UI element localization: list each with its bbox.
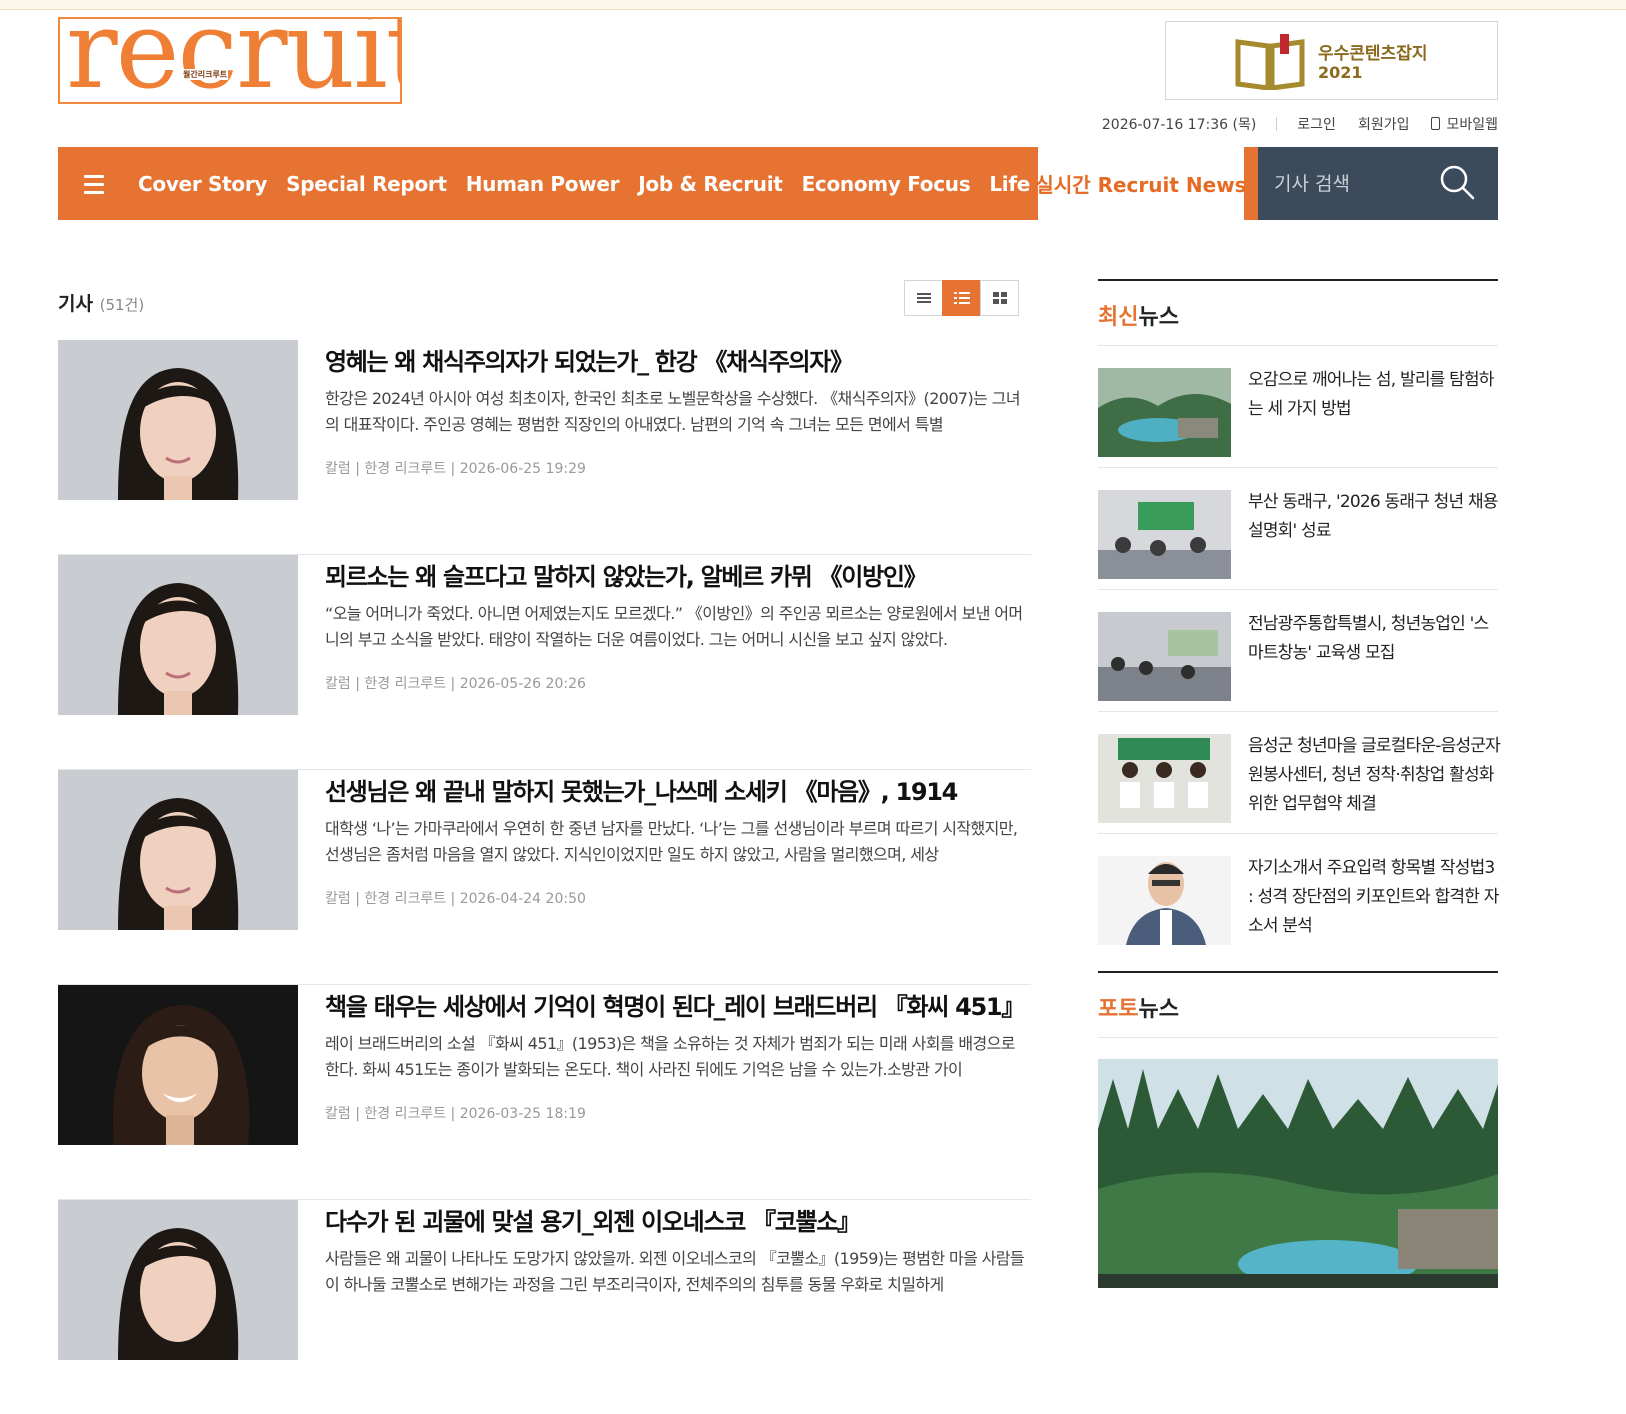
portrait-image <box>58 985 298 1145</box>
latest-news-item[interactable]: 자기소개서 주요입력 항목별 작성법3 : 성격 장단점의 키포인트와 합격한 … <box>1098 834 1500 968</box>
article-item[interactable]: 선생님은 왜 끝내 말하지 못했는가_나쓰메 소세키 《마음》, 1914 대학… <box>58 770 1031 985</box>
current-datetime: 2026-07-16 17:36 (목) <box>1101 117 1257 133</box>
news-headline[interactable]: 자기소개서 주요입력 항목별 작성법3 : 성격 장단점의 키포인트와 합격한 … <box>1248 854 1500 941</box>
site-logo[interactable]: recruit 월간리크루트 <box>58 17 402 104</box>
article-meta: 칼럼 | 한경 리크루트 | 2026-04-24 20:50 <box>325 891 586 907</box>
article-list: 영혜는 왜 채식주의자가 되었는가_ 한강 《채식주의자》 한강은 2024년 … <box>58 340 1031 1414</box>
award-banner[interactable]: 우수콘텐츠잡지 2021 <box>1165 21 1498 100</box>
article-meta: 칼럼 | 한경 리크루트 | 2026-06-25 19:29 <box>325 461 586 477</box>
search-input[interactable] <box>1272 165 1436 203</box>
person-image <box>1098 856 1231 945</box>
article-meta: 칼럼 | 한경 리크루트 | 2026-05-26 20:26 <box>325 676 586 692</box>
portrait-image <box>58 555 298 715</box>
title-rest: 뉴스 <box>1138 305 1179 330</box>
news-thumbnail[interactable] <box>1098 490 1231 579</box>
article-count: (51건) <box>99 296 145 314</box>
mobile-web-label: 모바일웹 <box>1446 117 1498 133</box>
resort-image <box>1098 368 1231 457</box>
article-summary: 한강은 2024년 아시아 여성 최초이자, 한국인 최초로 노벨문학상을 수상… <box>325 389 1021 434</box>
news-headline[interactable]: 전남광주통합특별시, 청년농업인 '스마트창농' 교육생 모집 <box>1248 610 1500 668</box>
photo-news-section: 포토뉴스 <box>1098 971 1498 1038</box>
article-title[interactable]: 책을 태우는 세상에서 기억이 혁명이 된다_레이 브래드버리 『화씨 451』 <box>325 987 1025 1022</box>
portrait-image <box>58 1200 298 1360</box>
top-border <box>0 0 1626 10</box>
latest-news-section: 최신뉴스 오감으로 깨어나는 섬, 발리를 탐험하는 세 가지 방법 부산 동래… <box>1098 279 1501 968</box>
latest-news-item[interactable]: 음성군 청년마을 글로컬타운-음성군자원봉사센터, 청년 정착·취창업 활성화 … <box>1098 712 1501 834</box>
latest-news-item[interactable]: 오감으로 깨어나는 섬, 발리를 탐험하는 세 가지 방법 <box>1098 346 1498 468</box>
article-title[interactable]: 영혜는 왜 채식주의자가 되었는가_ 한강 《채식주의자》 <box>325 342 854 377</box>
book-award-icon <box>1235 34 1305 90</box>
nav-economy-focus[interactable]: Economy Focus <box>802 172 971 196</box>
news-headline[interactable]: 음성군 청년마을 글로컬타운-음성군자원봉사센터, 청년 정착·취창업 활성화 … <box>1248 732 1501 819</box>
latest-news-item[interactable]: 전남광주통합특별시, 청년농업인 '스마트창농' 교육생 모집 <box>1098 590 1498 712</box>
signup-link[interactable]: 회원가입 <box>1358 114 1410 134</box>
portrait-image <box>58 340 298 500</box>
portrait-image <box>58 770 298 930</box>
article-thumbnail[interactable] <box>58 770 298 930</box>
news-headline[interactable]: 부산 동래구, '2026 동래구 청년 채용 설명회' 성료 <box>1248 488 1500 546</box>
grid-view-button[interactable] <box>980 280 1019 316</box>
nav-menu: Cover Story Special Report Human Power J… <box>138 147 1160 220</box>
title-highlight: 포토 <box>1098 997 1139 1022</box>
article-summary: “오늘 어머니가 죽었다. 아니면 어제였는지도 모르겠다.” 《이방인》의 주… <box>325 604 1023 649</box>
award-title: 우수콘텐츠잡지 <box>1318 44 1428 64</box>
award-year: 2021 <box>1318 63 1363 82</box>
list-view-button[interactable] <box>904 280 943 316</box>
article-list-header: 기사 (51건) <box>58 289 144 316</box>
mobile-icon <box>1431 117 1441 130</box>
nav-human-power[interactable]: Human Power <box>466 172 620 196</box>
menu-icon[interactable] <box>84 175 104 199</box>
grid-icon <box>992 292 1007 304</box>
classroom-image <box>1098 612 1231 701</box>
news-thumbnail[interactable] <box>1098 368 1231 457</box>
article-item[interactable]: 책을 태우는 세상에서 기억이 혁명이 된다_레이 브래드버리 『화씨 451』… <box>58 985 1031 1200</box>
logo-subtitle: 월간리크루트 <box>182 69 229 80</box>
login-link[interactable]: 로그인 <box>1297 114 1336 134</box>
main-nav: Cover Story Special Report Human Power J… <box>58 147 1498 220</box>
article-item[interactable]: 다수가 된 괴물에 맞설 용기_외젠 이오네스코 『코뿔소』 사람들은 왜 괴물… <box>58 1200 1031 1414</box>
news-headline[interactable]: 오감으로 깨어나는 섬, 발리를 탐험하는 세 가지 방법 <box>1248 366 1500 424</box>
news-thumbnail[interactable] <box>1098 612 1231 701</box>
latest-news-title: 최신뉴스 <box>1098 279 1498 346</box>
detail-list-icon <box>953 292 970 304</box>
resort-photo <box>1098 1059 1498 1288</box>
photo-news-title: 포토뉴스 <box>1098 971 1498 1038</box>
nav-cover-story[interactable]: Cover Story <box>138 172 267 196</box>
article-title[interactable]: 선생님은 왜 끝내 말하지 못했는가_나쓰메 소세키 《마음》, 1914 <box>325 772 958 807</box>
search-box <box>1258 147 1498 220</box>
article-summary: 대학생 ‘나’는 가마쿠라에서 우연히 한 중년 남자를 만났다. ‘나’는 그… <box>325 819 1018 864</box>
agreement-image <box>1098 734 1231 823</box>
divider <box>1276 117 1278 131</box>
article-meta: 칼럼 | 한경 리크루트 | 2026-03-25 18:19 <box>325 1106 586 1122</box>
article-thumbnail[interactable] <box>58 1200 298 1360</box>
event-image <box>1098 490 1231 579</box>
detail-list-view-button[interactable] <box>942 280 981 316</box>
logo-text: recruit <box>66 17 402 104</box>
list-title: 기사 <box>58 293 93 315</box>
article-title[interactable]: 뫼르소는 왜 슬프다고 말하지 않았는가, 알베르 카뮈 《이방인》 <box>325 557 928 592</box>
nav-job-recruit[interactable]: Job & Recruit <box>638 172 783 196</box>
title-highlight: 최신 <box>1098 305 1139 330</box>
title-rest: 뉴스 <box>1138 997 1179 1022</box>
mobile-web-link[interactable]: 모바일웹 <box>1431 114 1498 134</box>
news-thumbnail[interactable] <box>1098 856 1231 945</box>
article-item[interactable]: 뫼르소는 왜 슬프다고 말하지 않았는가, 알베르 카뮈 《이방인》 “오늘 어… <box>58 555 1031 770</box>
latest-news-item[interactable]: 부산 동래구, '2026 동래구 청년 채용 설명회' 성료 <box>1098 468 1498 590</box>
search-icon[interactable] <box>1438 163 1476 201</box>
article-summary: 레이 브래드버리의 소설 『화씨 451』(1953)은 책을 소유하는 것 자… <box>325 1034 1016 1079</box>
article-title[interactable]: 다수가 된 괴물에 맞설 용기_외젠 이오네스코 『코뿔소』 <box>325 1202 861 1237</box>
nav-live-news[interactable]: 실시간 Recruit News <box>1035 147 1247 220</box>
article-thumbnail[interactable] <box>58 555 298 715</box>
article-thumbnail[interactable] <box>58 985 298 1145</box>
nav-special-report[interactable]: Special Report <box>286 172 447 196</box>
article-thumbnail[interactable] <box>58 340 298 500</box>
article-summary: 사람들은 왜 괴물이 나타나도 도망가지 않았을까. 외젠 이오네스코의 『코뿔… <box>325 1249 1025 1294</box>
photo-news-image[interactable] <box>1098 1059 1498 1288</box>
list-icon <box>916 293 931 303</box>
view-toggle <box>904 280 1019 316</box>
utility-bar: 2026-07-16 17:36 (목) 로그인 회원가입 모바일웹 <box>1102 114 1498 134</box>
article-item[interactable]: 영혜는 왜 채식주의자가 되었는가_ 한강 《채식주의자》 한강은 2024년 … <box>58 340 1031 555</box>
news-thumbnail[interactable] <box>1098 734 1231 823</box>
